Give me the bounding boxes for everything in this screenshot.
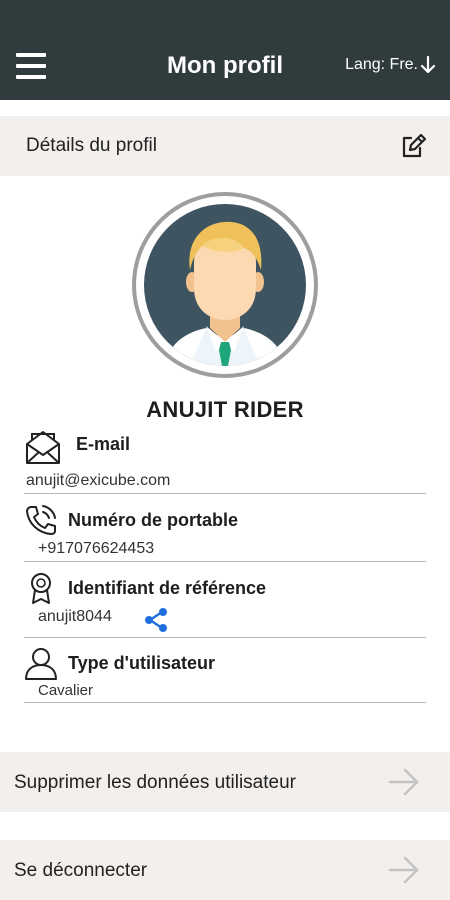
mobile-value: +917076624453 bbox=[38, 540, 155, 557]
arrow-down-icon bbox=[420, 56, 436, 74]
divider bbox=[24, 637, 426, 638]
user-outline-icon bbox=[25, 648, 57, 680]
email-label: E-mail bbox=[76, 434, 131, 454]
envelope-icon bbox=[26, 431, 60, 464]
divider bbox=[24, 702, 426, 703]
arrow-right-icon bbox=[388, 768, 419, 796]
logout-label: Se déconnecter bbox=[14, 860, 148, 881]
usertype-value: Cavalier bbox=[38, 682, 94, 699]
divider bbox=[24, 493, 426, 494]
language-selector[interactable]: Lang: Fre. bbox=[345, 56, 436, 74]
referral-value: anujit8044 bbox=[38, 608, 112, 625]
ribbon-icon bbox=[31, 573, 51, 604]
user-name: ANUJIT RIDER bbox=[146, 397, 304, 422]
mobile-label: Numéro de portable bbox=[68, 510, 239, 530]
phone-icon bbox=[26, 505, 56, 535]
user-avatar-icon bbox=[144, 204, 306, 366]
profile-details-header: Détails du profil bbox=[0, 116, 450, 176]
delete-user-data-button[interactable]: Supprimer les données utilisateur bbox=[0, 752, 450, 812]
delete-user-data-label: Supprimer les données utilisateur bbox=[14, 772, 296, 793]
divider bbox=[24, 561, 426, 562]
usertype-label: Type d'utilisateur bbox=[68, 653, 215, 673]
email-value: anujit@exicube.com bbox=[26, 472, 171, 489]
language-label: Lang: Fre. bbox=[345, 56, 418, 73]
share-icon[interactable] bbox=[144, 607, 168, 633]
referral-label: Identifiant de référence bbox=[68, 578, 267, 598]
logout-button[interactable]: Se déconnecter bbox=[0, 840, 450, 900]
edit-icon[interactable] bbox=[398, 130, 428, 160]
app-bar: Mon profil Lang: Fre. bbox=[0, 0, 450, 100]
section-title: Détails du profil bbox=[26, 135, 157, 156]
arrow-right-icon bbox=[388, 856, 419, 884]
avatar bbox=[132, 192, 318, 378]
